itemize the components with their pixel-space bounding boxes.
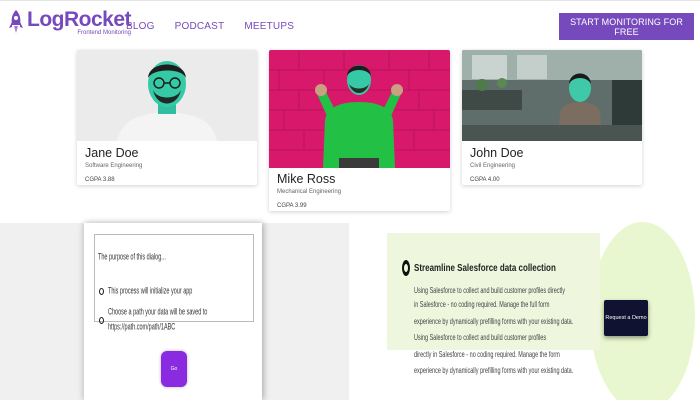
top-navbar: LogRocket Frontend Monitoring BLOG PODCA…: [0, 0, 700, 48]
profile-card-john[interactable]: John Doe Civil Engineering CGPA 4.00: [462, 50, 642, 185]
radio-icon[interactable]: [99, 317, 104, 324]
ad-text-line: experience by dynamically prefilling for…: [414, 318, 574, 327]
card-gpa: CGPA 3.99: [277, 203, 307, 209]
ad-text-line: Using Salesforce to collect and build cu…: [414, 287, 566, 296]
brand-name: LogRocket: [27, 8, 132, 31]
profile-card-jane[interactable]: Jane Doe Software Engineering CGPA 3.88: [77, 50, 257, 185]
ad-title: Streamline Salesforce data collection: [414, 262, 556, 274]
radio-icon[interactable]: [99, 288, 104, 295]
brand-tagline: Frontend Monitoring: [77, 30, 132, 36]
card-gpa: CGPA 4.00: [470, 177, 500, 183]
request-demo-button[interactable]: Request a Demo: [604, 300, 648, 336]
ad-text-line: in Salesforce - no coding required. Mana…: [414, 301, 550, 310]
nav-link-meetups[interactable]: MEETUPS: [244, 21, 294, 32]
dialog-option-1: This process will initialize your app: [108, 287, 193, 297]
card-name: John Doe: [470, 146, 524, 160]
dialog-path-text: https://path.com/path/1ABC: [108, 323, 176, 333]
profile-card-mike[interactable]: Mike Ross Mechanical Engineering CGPA 3.…: [269, 50, 450, 211]
ad-text-line: directly in Salesforce - no coding requi…: [414, 351, 560, 360]
salesforce-logo-icon: [402, 260, 410, 276]
card-department: Mechanical Engineering: [277, 189, 342, 195]
card-department: Civil Engineering: [470, 163, 516, 169]
logrocket-logo[interactable]: LogRocket Frontend Monitoring: [8, 8, 132, 37]
card-department: Software Engineering: [85, 163, 143, 169]
dialog-description: The purpose of this dialog...: [98, 253, 166, 263]
card-name: Jane Doe: [85, 146, 139, 160]
card-gpa: CGPA 3.88: [85, 177, 115, 183]
start-monitoring-button[interactable]: START MONITORING FOR FREE: [559, 13, 694, 40]
main-nav: BLOG PODCAST MEETUPS: [126, 21, 314, 32]
rocket-logo-icon: [9, 10, 23, 33]
card-name: Mike Ross: [277, 172, 336, 186]
profile-photo: [462, 50, 642, 141]
dialog-option-2: Choose a path your data will be saved to: [108, 308, 208, 318]
nav-link-podcast[interactable]: PODCAST: [175, 21, 225, 32]
profile-photo: [77, 50, 257, 141]
nav-link-blog[interactable]: BLOG: [126, 21, 155, 32]
dialog-go-button[interactable]: Go: [161, 351, 187, 387]
profile-photo: [269, 50, 450, 168]
ad-text-line: Using Salesforce to collect and build cu…: [414, 334, 547, 343]
dialog-window: The purpose of this dialog... This proce…: [84, 223, 262, 400]
ad-text-line: experience by dynamically prefilling for…: [414, 367, 574, 376]
